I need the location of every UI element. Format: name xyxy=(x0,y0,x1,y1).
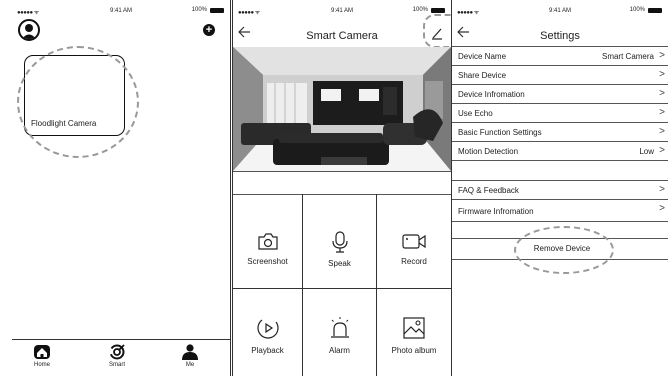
smart-icon xyxy=(109,344,125,360)
row-value: Low xyxy=(639,147,654,156)
status-bar: ●●●●● ᯤ 9:41 AM 100% xyxy=(12,0,230,22)
action-label: Alarm xyxy=(329,346,350,355)
photo-album-button[interactable]: Photo album xyxy=(377,289,451,376)
row-label: Share Device xyxy=(458,71,507,80)
page-title: Settings xyxy=(540,30,580,42)
playback-button[interactable]: Playback xyxy=(233,289,303,376)
tab-home[interactable]: Home xyxy=(22,344,62,368)
settings-row-use-echo[interactable]: Use Echo > xyxy=(452,104,668,123)
settings-row-device-information[interactable]: Device Infromation > xyxy=(452,85,668,104)
chevron-right-icon: > xyxy=(659,50,665,61)
settings-row-device-name[interactable]: Device Name Smart Camera > xyxy=(452,47,668,66)
battery-percent: 100% xyxy=(412,7,428,13)
settings-screen: ●●●●● ᯤ 9:41 AM 100% Settings Device Nam… xyxy=(451,0,668,376)
chevron-right-icon: > xyxy=(659,203,665,214)
battery-percent: 100% xyxy=(629,7,645,13)
chevron-right-icon: > xyxy=(659,126,665,137)
image-icon xyxy=(403,317,425,339)
battery-icon xyxy=(431,7,445,13)
chevron-right-icon: > xyxy=(659,184,665,195)
settings-row-basic-function[interactable]: Basic Function Settings > xyxy=(452,123,668,142)
tab-me[interactable]: Me xyxy=(170,344,210,368)
chevron-right-icon: > xyxy=(659,107,665,118)
living-room-image xyxy=(233,47,451,171)
action-label: Screenshot xyxy=(247,257,288,266)
action-label: Record xyxy=(401,257,427,266)
person-icon xyxy=(182,344,198,360)
screenshot-button[interactable]: Screenshot xyxy=(233,194,303,289)
status-bar: ●●●●● ᯤ 9:41 AM 100% xyxy=(452,0,668,22)
tab-label: Me xyxy=(185,362,195,368)
alarm-button[interactable]: Alarm xyxy=(303,289,377,376)
speak-button[interactable]: Speak xyxy=(303,194,377,289)
camera-screen: ●●●●● ᯤ 9:41 AM 100% Smart Camera Screen… xyxy=(232,0,452,376)
battery-percent: 100% xyxy=(191,7,207,13)
home-icon xyxy=(34,345,50,359)
row-label: Motion Detection xyxy=(458,147,519,156)
video-icon xyxy=(402,234,426,249)
tab-smart[interactable]: Smart xyxy=(97,344,137,368)
microphone-icon xyxy=(331,231,348,253)
action-label: Playback xyxy=(251,346,284,355)
action-label: Photo album xyxy=(391,346,437,355)
device-card-floodlight-camera[interactable]: Floodlight Camera xyxy=(24,55,125,136)
action-label: Speak xyxy=(328,259,351,268)
device-card-label: Floodlight Camera xyxy=(31,119,97,128)
status-bar: ●●●●● ᯤ 9:41 AM 100% xyxy=(233,0,451,22)
chevron-right-icon: > xyxy=(659,88,665,99)
tab-label: Smart xyxy=(108,362,125,368)
tab-label: Home xyxy=(33,362,50,368)
row-label: Firmware Infromation xyxy=(458,207,534,216)
chevron-right-icon: > xyxy=(659,69,665,80)
battery-icon xyxy=(648,7,662,13)
play-icon xyxy=(256,319,279,339)
alarm-icon xyxy=(330,317,349,338)
chevron-right-icon: > xyxy=(659,145,665,156)
settings-row-motion-detection[interactable]: Motion Detection Low > xyxy=(452,142,668,161)
home-screen: ●●●●● ᯤ 9:41 AM 100% + Floodlight Camera… xyxy=(12,0,231,376)
settings-row-firmware-information[interactable]: Firmware Infromation > xyxy=(452,200,668,222)
edit-pencil-icon[interactable] xyxy=(431,26,443,45)
settings-row-faq-feedback[interactable]: FAQ & Feedback > xyxy=(452,181,668,200)
camera-icon xyxy=(257,233,278,250)
bottom-tab-bar: Home Smart Me xyxy=(12,339,230,376)
profile-avatar-icon[interactable] xyxy=(18,19,40,41)
row-label: Device Name xyxy=(458,52,507,61)
live-video-preview[interactable] xyxy=(233,47,451,171)
row-label: Device Infromation xyxy=(458,90,525,99)
settings-row-share-device[interactable]: Share Device > xyxy=(452,66,668,85)
row-label: Basic Function Settings xyxy=(458,128,542,137)
battery-icon xyxy=(210,7,224,13)
row-value: Smart Camera xyxy=(601,52,654,61)
camera-action-grid: Screenshot Speak Record Playback Alarm P… xyxy=(233,194,451,376)
row-label: FAQ & Feedback xyxy=(458,186,519,195)
add-device-button[interactable]: + xyxy=(203,24,215,36)
row-label: Use Echo xyxy=(458,109,493,118)
record-button[interactable]: Record xyxy=(377,194,451,289)
page-title: Smart Camera xyxy=(306,30,378,42)
remove-device-button[interactable]: Remove Device xyxy=(517,240,607,258)
